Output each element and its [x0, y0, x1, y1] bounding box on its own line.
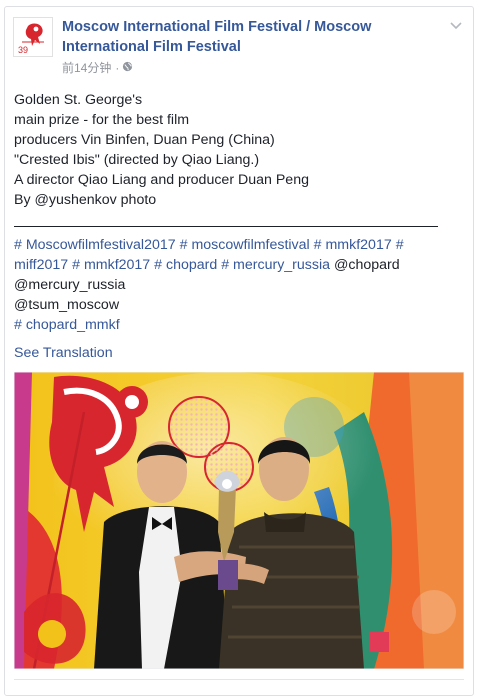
post-body-line: By @yushenkov photo	[14, 192, 157, 208]
hashtag-link[interactable]: # moscowfilmfestival	[180, 237, 310, 253]
post-photo[interactable]	[14, 372, 464, 669]
see-translation-link[interactable]: See Translation	[14, 343, 113, 363]
mention-text: @tsum_moscow	[14, 297, 120, 313]
hashtag-link[interactable]: # chopard_mmkf	[14, 317, 120, 333]
post-body-line: main prize - for the best film	[14, 112, 190, 128]
page-name-link[interactable]: Moscow International Film Festival / Mos…	[62, 17, 422, 57]
text-divider	[14, 226, 438, 227]
avatar-badge: 39	[18, 45, 28, 55]
globe-icon[interactable]	[122, 60, 133, 76]
mention-text: @chopard	[333, 257, 400, 273]
hashtag-link[interactable]: # mmkf2017	[72, 257, 150, 273]
page-avatar[interactable]: 39	[13, 17, 53, 57]
card-bottom-border	[14, 679, 464, 680]
post-timestamp[interactable]: 前14分钟	[62, 60, 111, 76]
post-meta: 前14分钟 ·	[62, 60, 133, 76]
post-body-line: producers Vin Binfen, Duan Peng (China)	[14, 132, 275, 148]
post-body-line: "Crested Ibis" (directed by Qiao Liang.)	[14, 152, 260, 168]
mention-text: @mercury_russia	[14, 277, 126, 293]
hashtag-link[interactable]: # chopard	[154, 257, 217, 273]
meta-separator: ·	[115, 61, 120, 75]
post-card: 39 Moscow International Film Festival / …	[4, 6, 474, 696]
hashtag-block: # Moscowfilmfestival2017 # moscowfilmfes…	[14, 235, 454, 335]
hashtag-link[interactable]: # mmkf2017	[314, 237, 392, 253]
hashtag-link[interactable]: miff2017	[14, 257, 68, 273]
chevron-down-icon[interactable]	[449, 19, 463, 33]
hashtag-link[interactable]: # Moscowfilmfestival2017	[14, 237, 176, 253]
hashtag-link[interactable]: # mercury_russia	[221, 257, 330, 273]
hashtag-link[interactable]: #	[396, 237, 404, 253]
post-body-line: Golden St. George's	[14, 92, 143, 108]
post-body-line: A director Qiao Liang and producer Duan …	[14, 172, 309, 188]
post-body: Golden St. George's main prize - for the…	[14, 90, 469, 210]
